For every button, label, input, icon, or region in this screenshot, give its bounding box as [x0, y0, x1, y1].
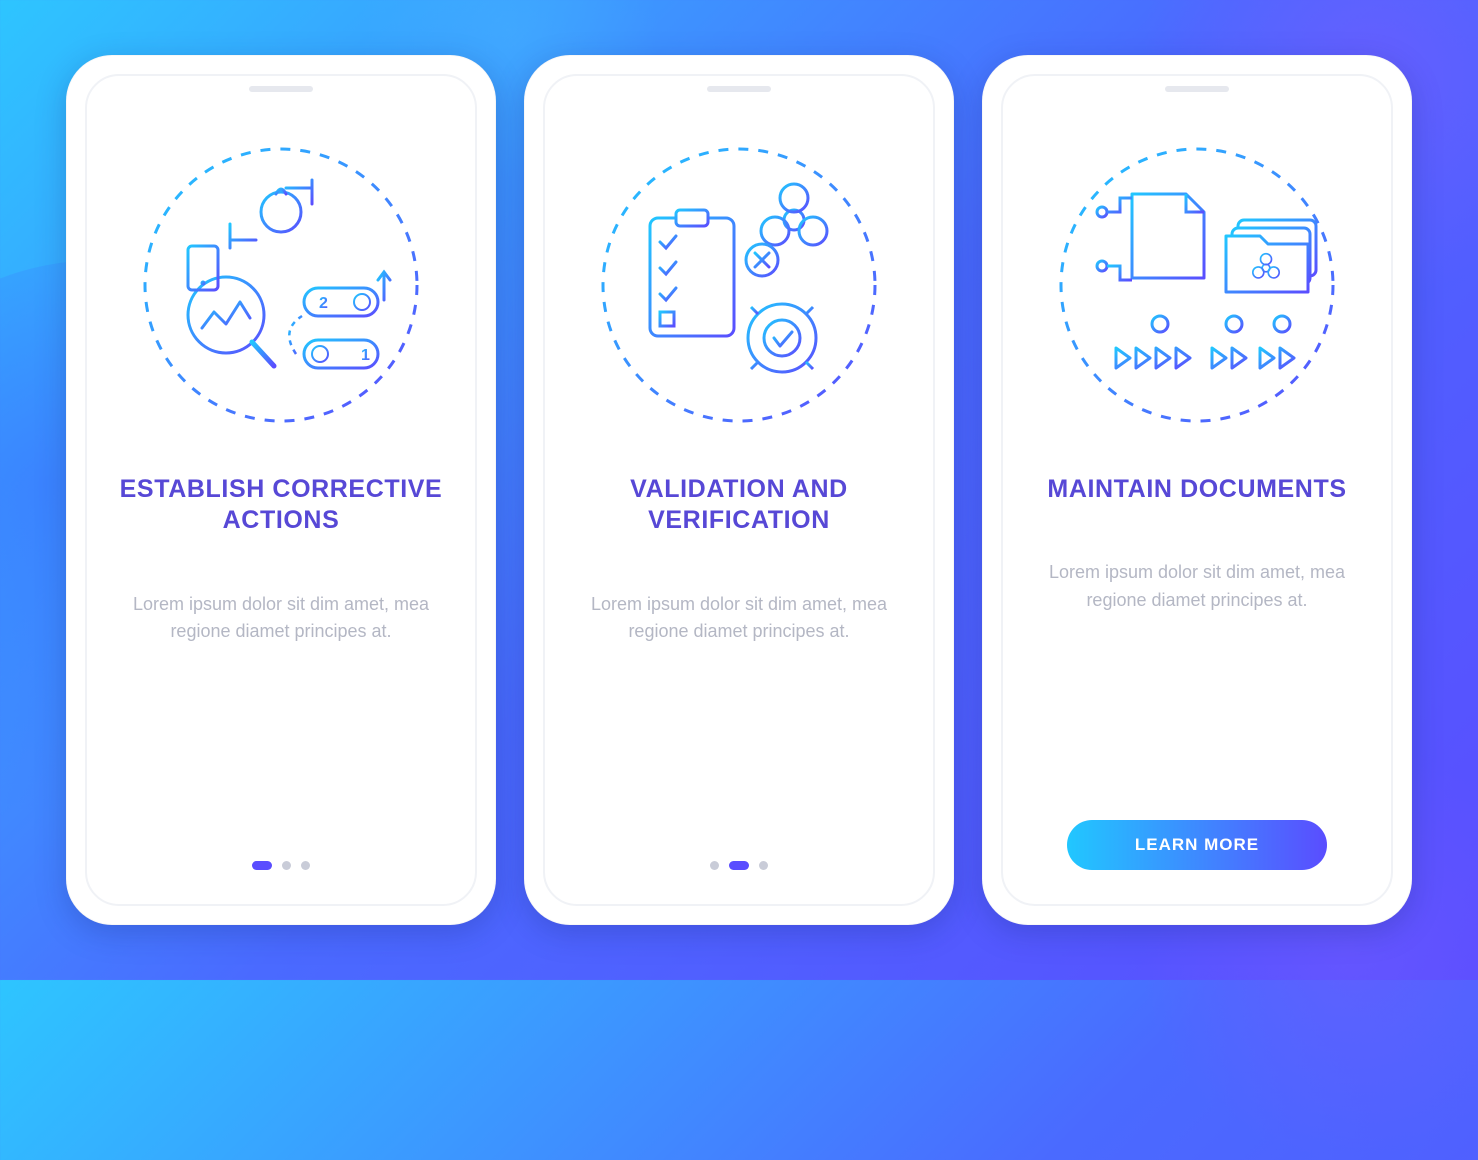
screen-body: Lorem ipsum dolor sit dim amet, mea regi… — [574, 591, 904, 647]
page-dot-3[interactable] — [759, 861, 768, 870]
phone-speaker — [1165, 86, 1229, 92]
svg-text:2: 2 — [319, 295, 328, 312]
page-dot-3[interactable] — [301, 861, 310, 870]
page-dot-2[interactable] — [729, 861, 749, 870]
onboarding-screen-2: VALIDATION AND VERIFICATION Lorem ipsum … — [524, 55, 954, 925]
page-dot-1[interactable] — [252, 861, 272, 870]
onboarding-screen-3: MAINTAIN DOCUMENTS Lorem ipsum dolor sit… — [982, 55, 1412, 925]
onboarding-screens-row: 1 2 ESTABLISH CORRECTIVE ACTIONS Lorem i… — [66, 55, 1412, 925]
screen-title: VALIDATION AND VERIFICATION — [569, 474, 909, 537]
corrective-actions-icon: 1 2 — [136, 140, 426, 430]
screen-title: ESTABLISH CORRECTIVE ACTIONS — [111, 474, 451, 537]
validation-verification-icon — [594, 140, 884, 430]
page-dot-1[interactable] — [710, 861, 719, 870]
learn-more-button[interactable]: LEARN MORE — [1067, 820, 1327, 870]
screen-body: Lorem ipsum dolor sit dim amet, mea regi… — [116, 591, 446, 647]
maintain-documents-icon — [1052, 140, 1342, 430]
svg-text:1: 1 — [361, 347, 370, 364]
screen-title: MAINTAIN DOCUMENTS — [1047, 474, 1346, 505]
page-indicator — [252, 861, 310, 870]
phone-speaker — [707, 86, 771, 92]
page-dot-2[interactable] — [282, 861, 291, 870]
page-indicator — [710, 861, 768, 870]
screen-body: Lorem ipsum dolor sit dim amet, mea regi… — [1032, 559, 1362, 615]
phone-speaker — [249, 86, 313, 92]
onboarding-screen-1: 1 2 ESTABLISH CORRECTIVE ACTIONS Lorem i… — [66, 55, 496, 925]
